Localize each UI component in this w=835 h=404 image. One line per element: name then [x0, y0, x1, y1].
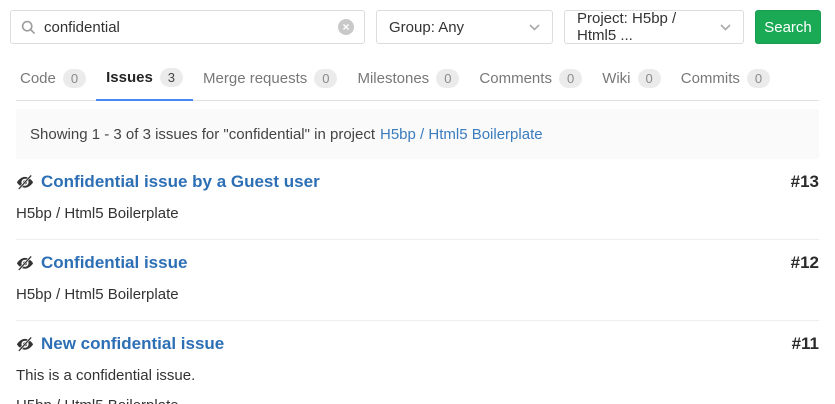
confidential-eye-slash-icon: [16, 174, 34, 190]
issue-project-name: H5bp / Html5 Boilerplate: [16, 205, 819, 222]
issue-title-link[interactable]: Confidential issue: [41, 253, 187, 273]
issue-title-link[interactable]: Confidential issue by a Guest user: [41, 172, 320, 192]
tab-milestones[interactable]: Milestones 0: [347, 54, 469, 100]
tab-issues-count: 3: [160, 68, 183, 87]
chevron-down-icon: [529, 24, 540, 31]
tab-issues[interactable]: Issues 3: [96, 54, 193, 101]
results-summary-text: Showing 1 - 3 of 3 issues for "confident…: [30, 126, 375, 143]
search-icon: [21, 20, 36, 35]
issue-project-name: H5bp / Html5 Boilerplate: [16, 286, 819, 303]
issue-description: This is a confidential issue.: [16, 367, 819, 384]
issue-row: Confidential issue #12 H5bp / Html5 Boil…: [16, 240, 819, 321]
issue-row: Confidential issue by a Guest user #13 H…: [16, 159, 819, 240]
clear-search-icon[interactable]: ×: [338, 19, 354, 35]
search-button[interactable]: Search: [755, 10, 821, 44]
search-field[interactable]: [44, 19, 338, 36]
issue-project-name: H5bp / Html5 Boilerplate: [16, 397, 819, 404]
issue-results-list: Confidential issue by a Guest user #13 H…: [16, 159, 819, 404]
chevron-down-icon: [720, 24, 731, 31]
results-summary: Showing 1 - 3 of 3 issues for "confident…: [16, 109, 819, 159]
tab-milestones-count: 0: [436, 69, 459, 88]
search-scope-tabs: Code 0 Issues 3 Merge requests 0 Milesto…: [16, 54, 819, 101]
issue-id: #13: [791, 172, 819, 192]
issue-title-link[interactable]: New confidential issue: [41, 334, 224, 354]
confidential-eye-slash-icon: [16, 336, 34, 352]
tab-commits-count: 0: [747, 69, 770, 88]
project-filter-dropdown[interactable]: Project: H5bp / Html5 ...: [564, 10, 744, 44]
tab-code-count: 0: [63, 69, 86, 88]
tab-wiki-count: 0: [638, 69, 661, 88]
group-filter-dropdown[interactable]: Group: Any: [376, 10, 553, 44]
tab-wiki[interactable]: Wiki 0: [592, 54, 671, 100]
confidential-eye-slash-icon: [16, 255, 34, 271]
tab-comments-count: 0: [559, 69, 582, 88]
search-header: × Group: Any Project: H5bp / Html5 ... S…: [0, 0, 835, 54]
group-filter-label: Group: Any: [389, 19, 464, 36]
tab-code[interactable]: Code 0: [16, 54, 96, 100]
tab-commits[interactable]: Commits 0: [671, 54, 780, 100]
project-filter-label: Project: H5bp / Html5 ...: [577, 10, 712, 44]
issue-id: #11: [792, 334, 819, 354]
tab-merge-requests[interactable]: Merge requests 0: [193, 54, 347, 100]
issue-id: #12: [791, 253, 819, 273]
tab-comments[interactable]: Comments 0: [469, 54, 592, 100]
tab-merge-requests-count: 0: [314, 69, 337, 88]
issue-row: New confidential issue #11 This is a con…: [16, 321, 819, 404]
summary-project-link[interactable]: H5bp / Html5 Boilerplate: [380, 126, 543, 143]
search-input[interactable]: ×: [10, 10, 365, 44]
